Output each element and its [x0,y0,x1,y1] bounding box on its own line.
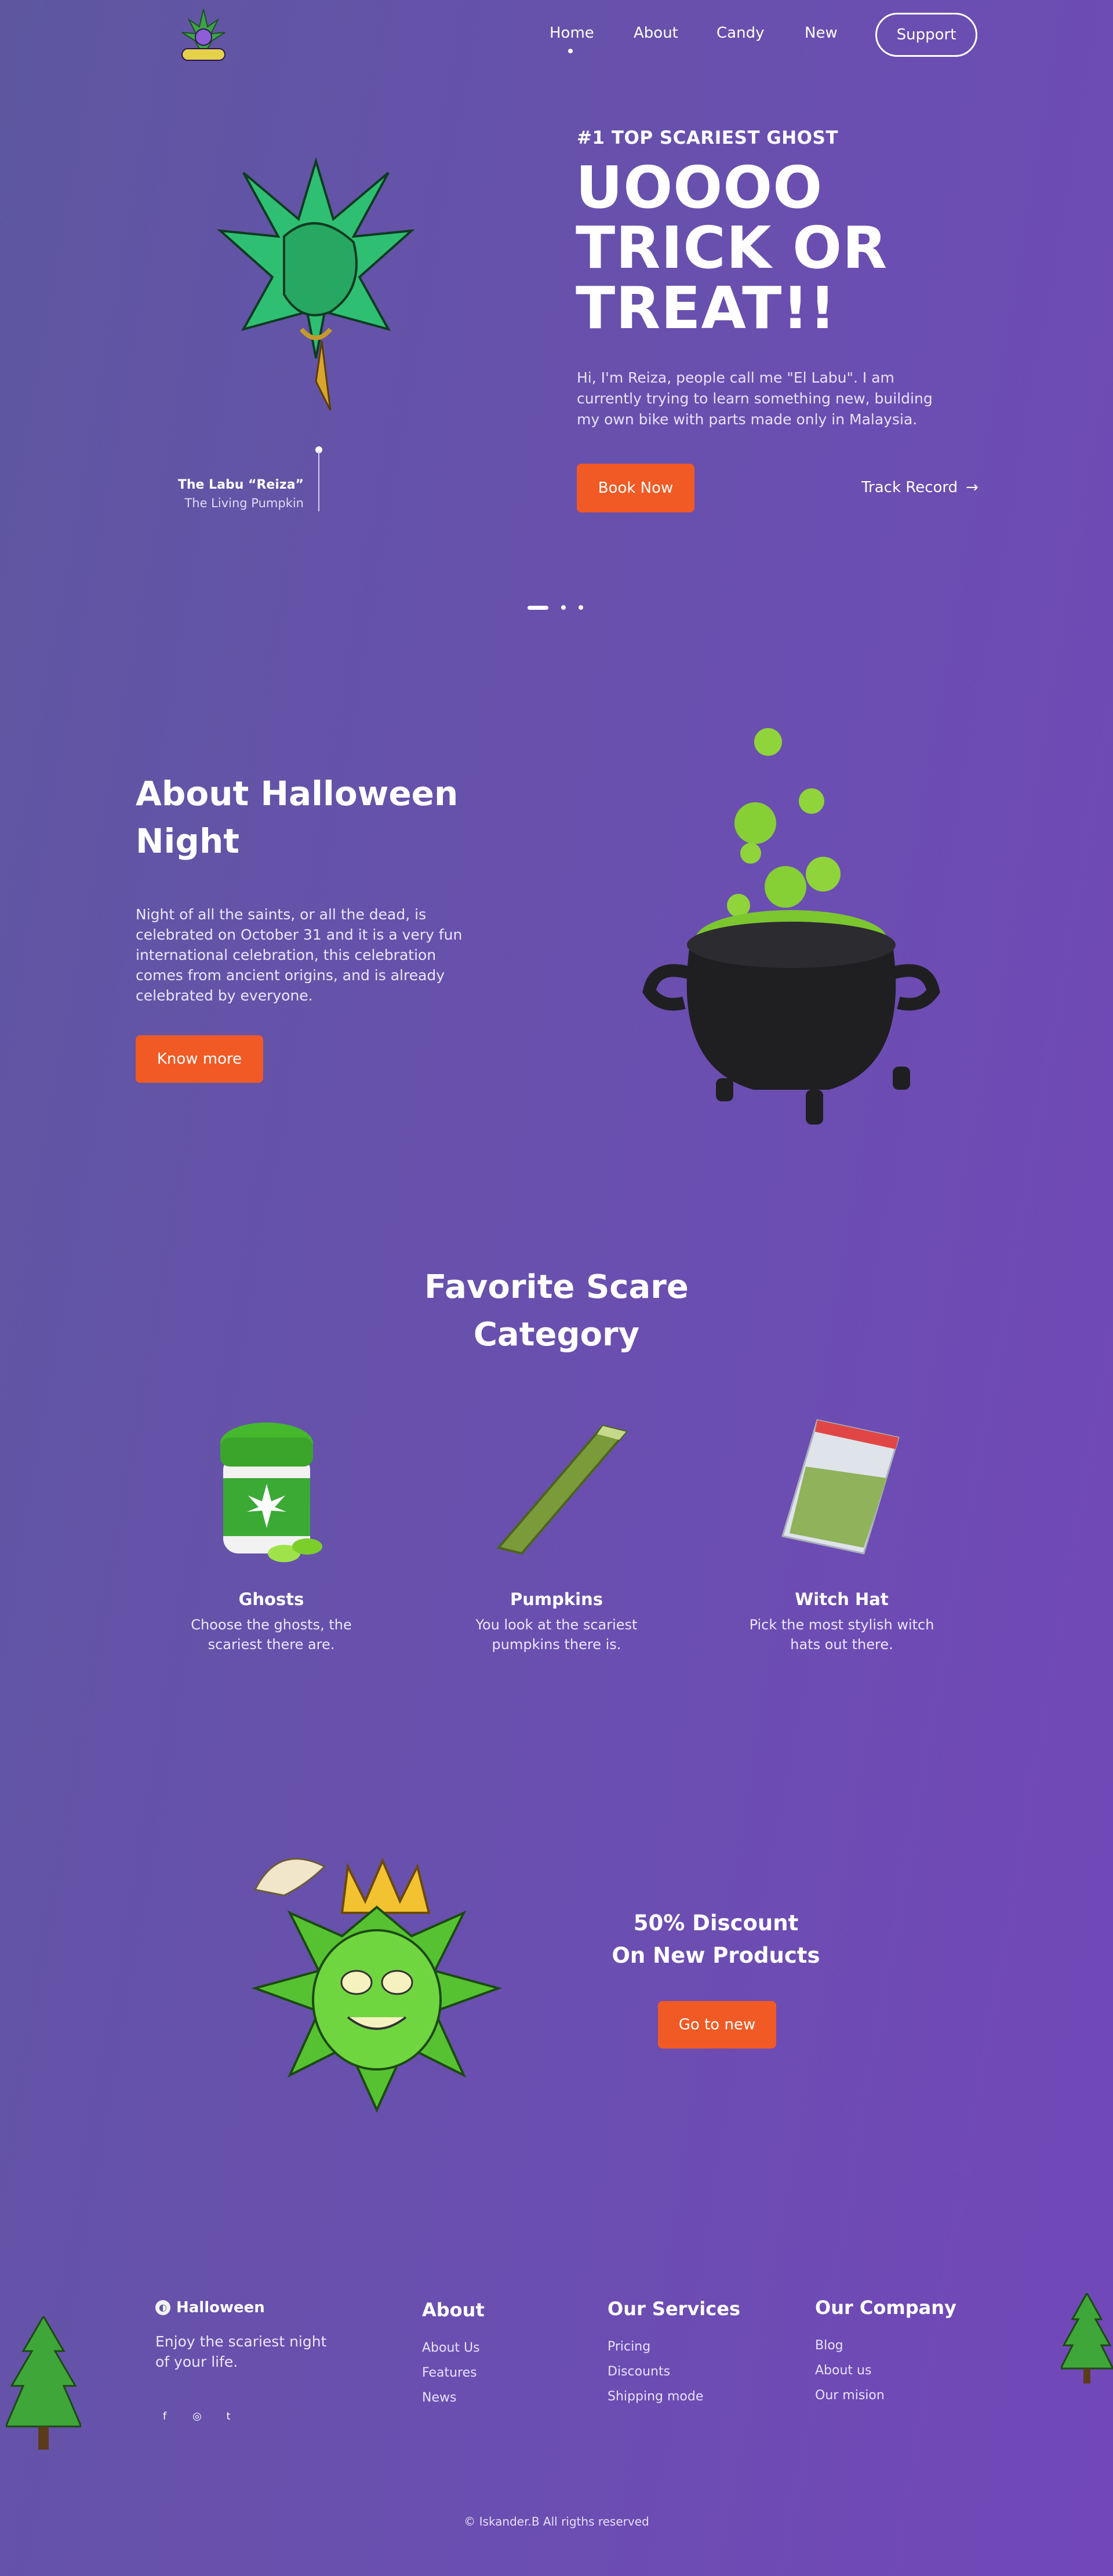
hero-title-line: TRICK OR [576,214,888,282]
nav-active-indicator [568,49,573,53]
hero-title-line: TREAT!! [576,274,836,342]
timeline-line [318,451,319,511]
carousel-indicator[interactable] [561,605,566,610]
category-card-witch-hat[interactable]: Witch Hat Pick the most stylish witch ha… [737,1589,946,1654]
copyright: © Iskander.B All rigths reserved [464,2515,649,2528]
pine-tree-left-image [4,2315,83,2455]
category-description: Pick the most stylish witch hats out the… [749,1617,934,1653]
footer-link-features[interactable]: Features [422,2366,477,2380]
footer-link-about-us[interactable]: About Us [422,2341,480,2355]
nav-home[interactable]: Home [550,24,594,42]
footer-heading-company: Our Company [815,2297,956,2319]
carousel-indicator-active[interactable] [528,605,548,610]
cauldron-illustration [638,719,945,1148]
category-section-title: Favorite Scare Category [424,1268,689,1354]
carousel-indicators [528,605,583,610]
track-record-label: Track Record [861,479,958,496]
hero-title-line: UOOOO [576,154,823,221]
go-to-new-button[interactable]: Go to new [658,2001,776,2049]
footer-heading-services: Our Services [608,2298,740,2320]
pine-tree-right-image [1059,2291,1113,2386]
arrow-right-icon: → [966,479,979,496]
discount-mascot-image [243,1843,510,2116]
hero-description: Hi, I'm Reiza, people call me "El Labu".… [577,369,933,428]
support-button[interactable]: Support [875,13,977,57]
category-description: Choose the ghosts, the scariest there ar… [191,1617,352,1653]
ghosts-image [214,1414,330,1571]
facebook-icon[interactable]: f [155,2407,174,2425]
footer-brand-label: Halloween [176,2299,265,2316]
book-now-button[interactable]: Book Now [577,464,694,512]
hero-illustration [214,138,417,416]
footer-link-about-company[interactable]: About us [815,2363,871,2378]
nav-about[interactable]: About [634,24,678,42]
hero-title: UOOOO TRICK OR TREAT!! [576,158,888,339]
footer-link-mision[interactable]: Our mision [815,2388,885,2403]
pumpkins-image [487,1414,632,1559]
category-name: Witch Hat [795,1589,889,1609]
witch-hat-image [777,1414,904,1559]
footer-link-pricing[interactable]: Pricing [608,2339,650,2354]
about-title: About Halloween Night [136,774,459,861]
footer-heading-about: About [422,2299,485,2321]
instagram-icon[interactable]: ◎ [188,2407,206,2425]
footer-brand[interactable]: ◐ Halloween [155,2299,265,2316]
discount-title: 50% Discount On New Products [609,1907,823,1972]
about-description: Night of all the saints, or all the dead… [136,906,463,1004]
hero-caption-name: The Labu “Reiza” [177,478,304,492]
category-card-ghosts[interactable]: Ghosts Choose the ghosts, the scariest t… [167,1589,376,1654]
footer-link-shipping[interactable]: Shipping mode [608,2389,703,2404]
track-record-link[interactable]: Track Record → [861,479,979,496]
twitter-icon[interactable]: t [219,2407,238,2425]
carousel-indicator[interactable] [579,605,583,610]
know-more-button[interactable]: Know more [136,1035,263,1083]
category-description: You look at the scariest pumpkins there … [475,1617,638,1653]
site-logo[interactable] [172,3,235,67]
hero-caption-subtitle: The Living Pumpkin [184,496,304,510]
discount-line: 50% Discount [633,1911,799,1935]
category-name: Ghosts [238,1589,304,1609]
hero-eyebrow: #1 TOP SCARIEST GHOST [577,128,838,148]
nav-new[interactable]: New [805,24,838,42]
footer-link-blog[interactable]: Blog [815,2338,843,2353]
footer-link-discounts[interactable]: Discounts [608,2364,670,2379]
category-card-pumpkins[interactable]: Pumpkins You look at the scariest pumpki… [452,1589,661,1654]
nav-candy[interactable]: Candy [716,24,764,42]
pumpkin-icon: ◐ [155,2300,170,2315]
category-name: Pumpkins [510,1589,603,1609]
discount-line: On New Products [612,1943,820,1968]
footer-link-news[interactable]: News [422,2391,456,2405]
footer-tagline: Enjoy the scariest night of your life. [155,2333,327,2370]
